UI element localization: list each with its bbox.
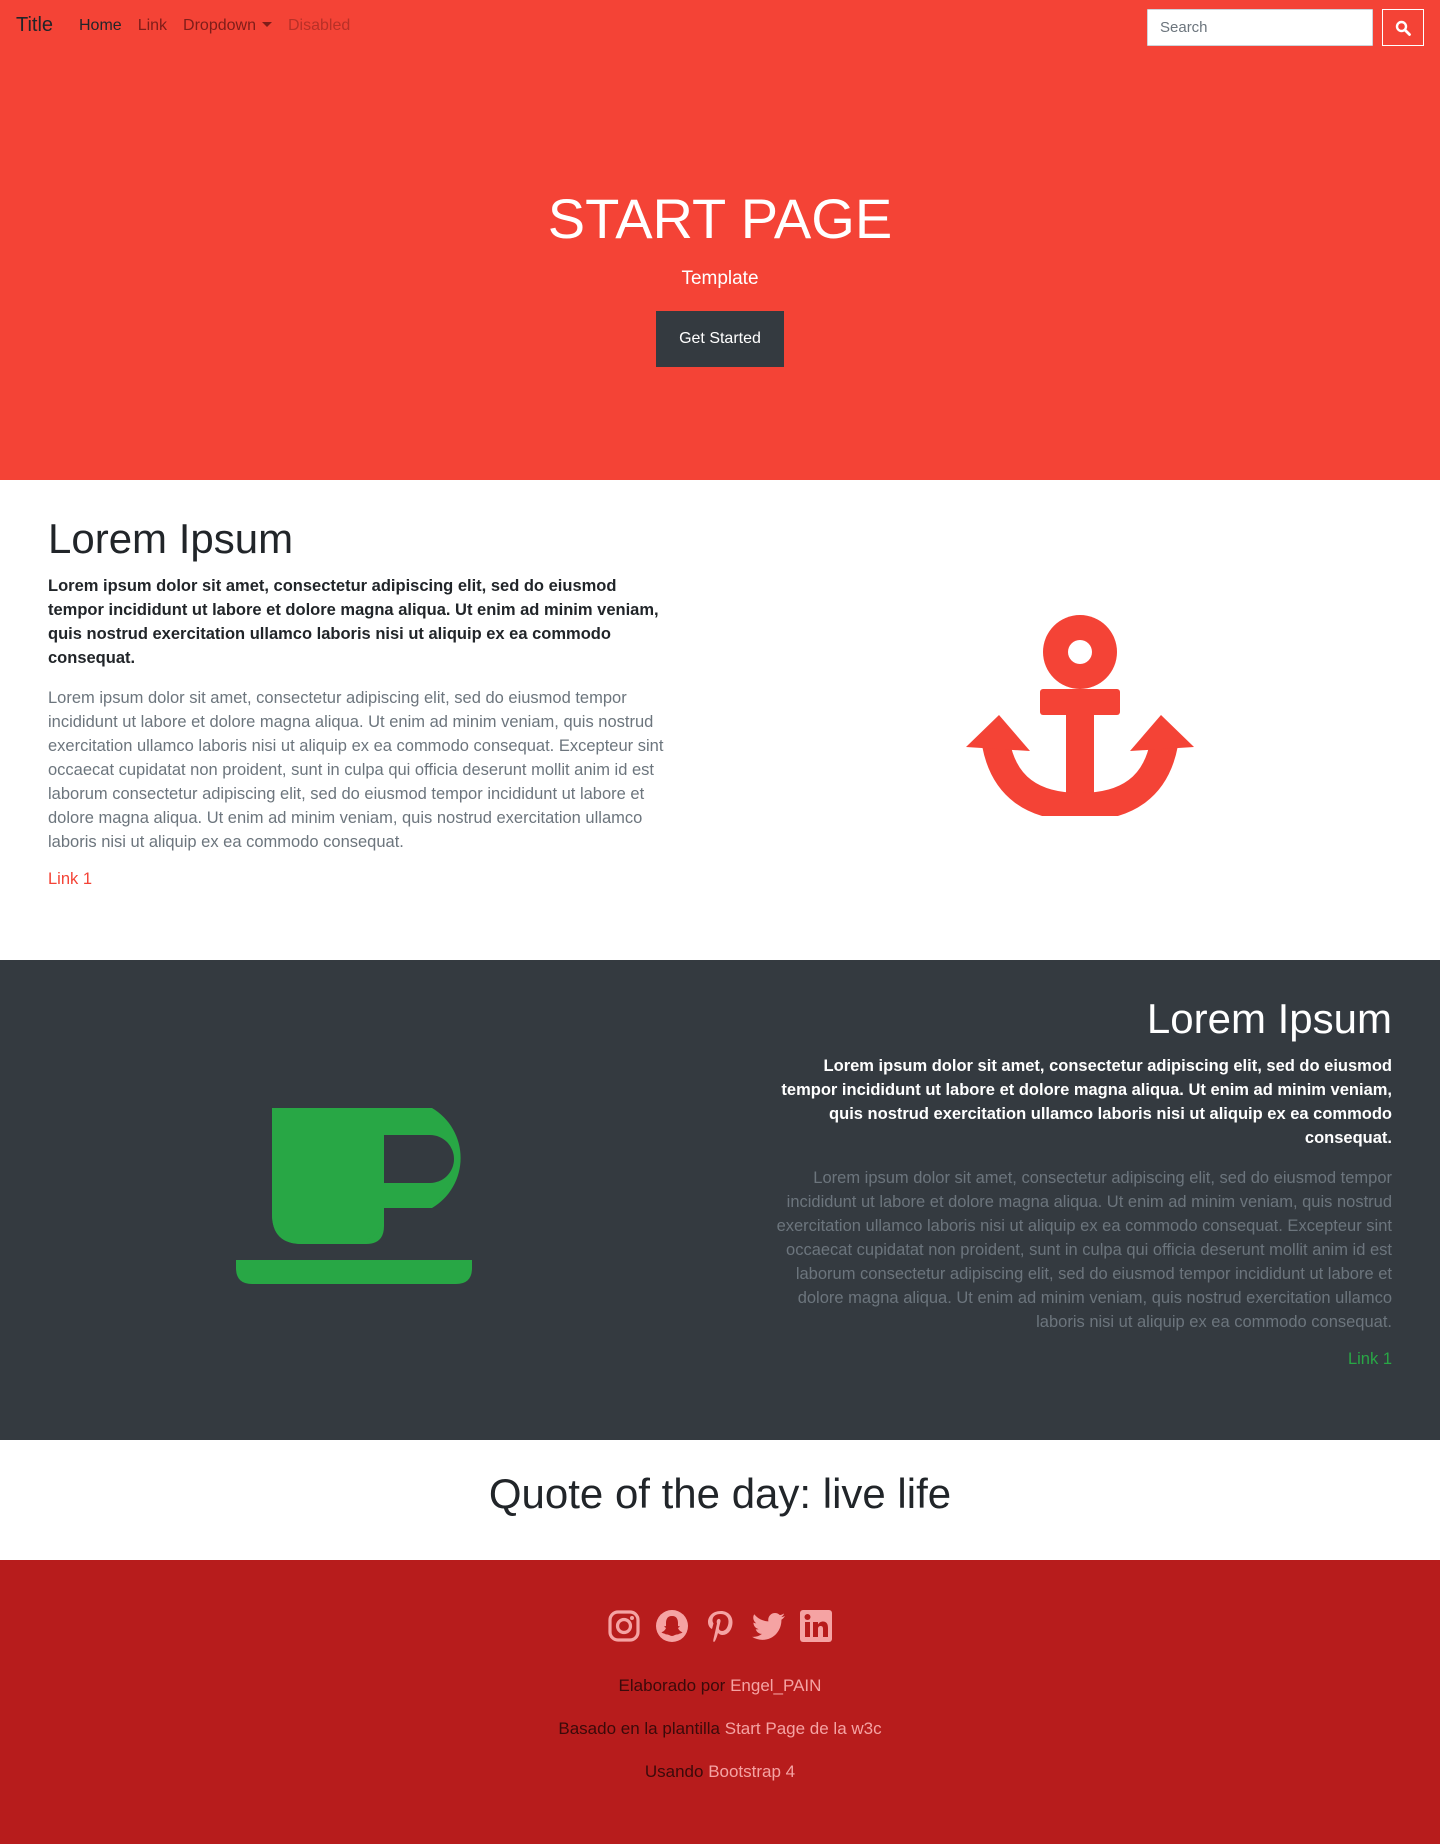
nav-links: Home Link Dropdown Disabled — [79, 17, 366, 35]
snapchat-icon[interactable] — [655, 1609, 689, 1643]
footer-credit-author: Elaborado por Engel_PAIN — [0, 1676, 1440, 1696]
hero-title: START PAGE — [547, 187, 893, 250]
section-2-text: Lorem Ipsum Lorem ipsum dolor sit amet, … — [772, 994, 1392, 1369]
section-2-heading: Lorem Ipsum — [1146, 995, 1392, 1042]
nav-link-disabled: Disabled — [287, 17, 351, 34]
navbar: Title Home Link Dropdown Disabled — [0, 0, 1440, 54]
section-1-link[interactable]: Link 1 — [48, 870, 92, 888]
pinterest-icon[interactable] — [703, 1609, 737, 1643]
section-lorem-2: Lorem Ipsum Lorem ipsum dolor sit amet, … — [0, 960, 1440, 1440]
footer: Elaborado por Engel_PAIN Basado en la pl… — [0, 1560, 1440, 1844]
footer-framework-prefix: Usando — [644, 1762, 709, 1781]
nav-link-dropdown[interactable]: Dropdown — [183, 17, 272, 35]
footer-author-link[interactable]: Engel_PAIN — [730, 1676, 821, 1695]
section-1-heading: Lorem Ipsum — [48, 515, 294, 562]
hero: START PAGE Template Get Started — [0, 54, 1440, 480]
get-started-button[interactable]: Get Started — [656, 311, 784, 367]
caret-down-icon — [261, 22, 272, 27]
footer-credit-framework: Usando Bootstrap 4 — [0, 1762, 1440, 1782]
search-input[interactable] — [1147, 9, 1373, 46]
footer-framework-link[interactable]: Bootstrap 4 — [708, 1762, 795, 1781]
hero-subtitle: Template — [681, 268, 759, 289]
section-2-lead: Lorem ipsum dolor sit amet, consectetur … — [781, 1057, 1392, 1148]
section-1-lead: Lorem ipsum dolor sit amet, consectetur … — [48, 577, 659, 668]
instagram-icon[interactable] — [607, 1609, 641, 1643]
section-2-body: Lorem ipsum dolor sit amet, consectetur … — [776, 1169, 1392, 1332]
nav-link-home[interactable]: Home — [79, 17, 122, 35]
footer-author-prefix: Elaborado por — [618, 1676, 731, 1695]
footer-template-link[interactable]: Start Page de la w3c — [725, 1719, 882, 1738]
footer-credit-template: Basado en la plantilla Start Page de la … — [0, 1719, 1440, 1739]
twitter-icon[interactable] — [751, 1609, 785, 1643]
section-lorem-1: Lorem Ipsum Lorem ipsum dolor sit amet, … — [0, 480, 1440, 960]
search-icon — [1395, 20, 1411, 36]
quote-section: Quote of the day: live life — [0, 1440, 1440, 1560]
section-2-link[interactable]: Link 1 — [1348, 1350, 1392, 1368]
anchor-icon — [966, 615, 1194, 816]
nav-link-link[interactable]: Link — [138, 17, 167, 35]
linkedin-icon[interactable] — [799, 1609, 833, 1643]
navbar-brand[interactable]: Title — [16, 14, 53, 37]
footer-template-prefix: Basado en la plantilla — [558, 1719, 725, 1738]
quote-of-the-day: Quote of the day: live life — [488, 1470, 952, 1517]
dropdown-label: Dropdown — [183, 17, 256, 34]
saucer-icon — [236, 1260, 472, 1284]
search-button[interactable] — [1382, 9, 1424, 46]
section-1-text: Lorem Ipsum Lorem ipsum dolor sit amet, … — [48, 514, 668, 889]
social-links — [0, 1609, 1440, 1643]
coffee-icon — [272, 1108, 461, 1244]
section-1-body: Lorem ipsum dolor sit amet, consectetur … — [48, 689, 664, 852]
